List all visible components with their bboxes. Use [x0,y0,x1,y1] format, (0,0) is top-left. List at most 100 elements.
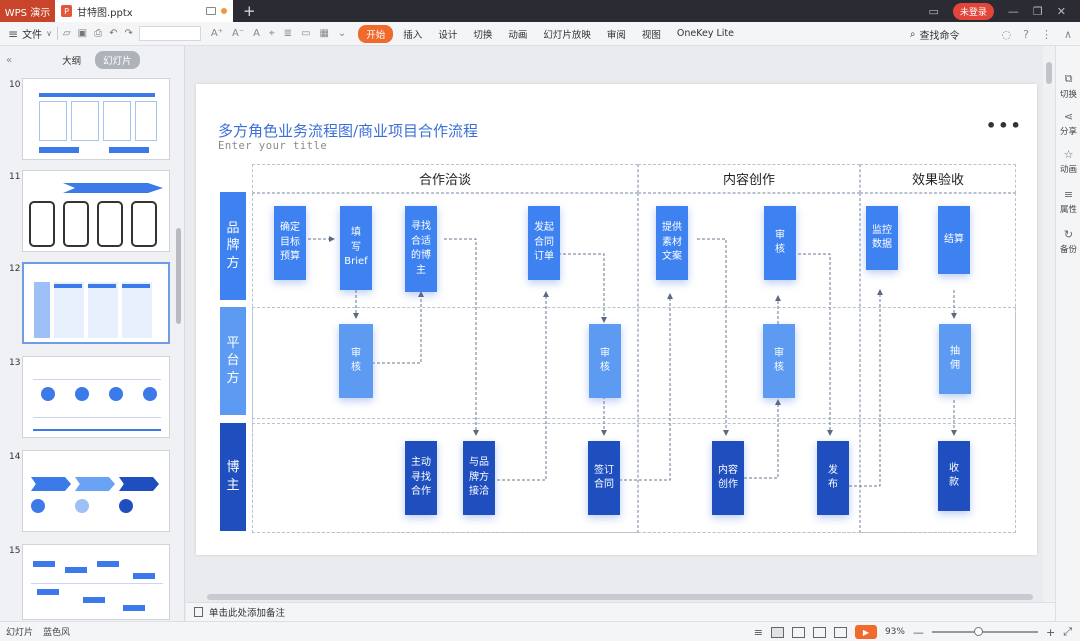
node-blogger-active-search[interactable]: 主动 寻找 合作 [405,441,437,515]
paragraph-icon[interactable]: ≣ [284,28,292,39]
sidebar-item-transition[interactable]: ⧉ 切换 [1056,72,1080,100]
normal-view-button[interactable] [770,626,784,638]
slide-sorter-button[interactable] [791,626,805,638]
new-tab-icon[interactable]: + [243,2,256,20]
shape-icon[interactable]: ▭ [301,28,310,39]
node-blogger-receive-payment[interactable]: 收 款 [938,441,970,511]
node-brand-budget[interactable]: 确定 目标 预算 [274,206,306,280]
horizontal-scrollbar-thumb[interactable] [207,594,1033,600]
help-icon[interactable]: ? [1023,28,1029,41]
chevron-down-icon[interactable]: ∨ [46,29,52,38]
sidebar-item-backup[interactable]: ↻ 备份 [1056,228,1080,255]
notes-bar[interactable]: 单击此处添加备注 [186,602,1055,621]
vertical-scrollbar[interactable] [1043,46,1055,602]
slide-subtitle[interactable]: Enter your title [218,140,327,152]
zoom-slider[interactable] [931,627,1038,636]
slide-thumbnail-selected[interactable] [22,262,170,344]
slide-thumbnail[interactable] [22,544,170,620]
zoom-in-icon[interactable]: + [1046,626,1055,639]
play-slideshow-button[interactable]: ▶ [854,625,877,639]
redo-icon[interactable]: ↷ [124,28,132,39]
node-brand-order[interactable]: 发起 合同 订单 [528,206,560,280]
phase-negotiation: 合作洽谈 [418,173,471,188]
file-menu[interactable]: 文件 [22,26,42,41]
vertical-scrollbar-thumb[interactable] [1046,62,1052,84]
font-name-box[interactable] [138,26,201,41]
notes-placeholder[interactable]: 单击此处添加备注 [209,605,285,619]
zoom-slider-handle[interactable] [973,627,983,636]
hamburger-icon[interactable]: ≡ [8,27,18,41]
monitor-icon[interactable] [206,7,216,15]
close-icon[interactable]: ✕ [1057,5,1066,18]
node-brand-brief[interactable]: 填 写 Brief [340,206,372,290]
reading-view-button[interactable] [812,626,826,638]
tab-onekey[interactable]: OneKey Lite [677,28,746,39]
undo-icon[interactable]: ↶ [109,28,117,39]
more-icon[interactable]: ⌄ [338,28,346,39]
document-tab[interactable]: P 甘特图.pptx [55,0,233,22]
slides-tab[interactable]: 幻灯片 [95,51,140,69]
sidebar-item-animation[interactable]: ☆ 动画 [1056,148,1080,175]
minimize-icon[interactable]: — [1008,5,1019,18]
more-options-icon[interactable]: ⋮ [1041,28,1052,41]
tab-insert[interactable]: 插入 [403,27,434,41]
font-shrink-icon[interactable]: A⁻ [232,28,244,39]
thumbnail-number: 10 [9,80,21,90]
tab-animation[interactable]: 动画 [508,27,539,41]
node-brand-settle[interactable]: 结算 [938,206,970,274]
node-brand-find-blogger[interactable]: 寻找 合适 的博 主 [405,206,437,292]
slide[interactable]: 多方角色业务流程图/商业项目合作流程 Enter your title ••• … [196,84,1037,555]
save-icon[interactable]: ▣ [78,28,87,39]
print-icon[interactable]: ⎙ [94,28,102,39]
node-brand-material[interactable]: 提供 素材 文案 [656,206,688,280]
collapse-ribbon-icon[interactable]: ∧ [1064,28,1072,41]
picture-icon[interactable]: ▦ [319,28,328,39]
node-blogger-create-content[interactable]: 内容 创作 [712,441,744,515]
outline-tab[interactable]: 大纲 [62,53,81,67]
sidebar-item-share[interactable]: ⋖ 分享 [1056,110,1080,137]
search-command[interactable]: ⌕ 查找命令 [910,27,960,42]
tab-view[interactable]: 视图 [642,27,673,41]
tab-transition[interactable]: 切换 [473,27,504,41]
node-platform-review-3[interactable]: 审 核 [763,324,795,398]
slide-title[interactable]: 多方角色业务流程图/商业项目合作流程 [218,120,478,141]
comment-icon[interactable]: ◌ [1001,28,1011,41]
node-platform-review-2[interactable]: 审 核 [589,324,621,398]
node-blogger-publish[interactable]: 发 布 [817,441,849,515]
presenter-view-button[interactable] [833,626,847,638]
format-painter-icon[interactable]: ⌖ [269,28,275,39]
node-brand-review[interactable]: 审 核 [764,206,796,280]
open-icon[interactable]: ▱ [63,28,71,39]
properties-icon: ≡ [1063,188,1074,201]
slide-thumbnail[interactable] [22,450,170,532]
zoom-out-icon[interactable]: — [913,626,924,639]
horizontal-scrollbar[interactable] [195,592,1041,602]
notes-toggle-icon[interactable]: ≡ [754,626,763,639]
zoom-level[interactable]: 93% [885,627,905,637]
node-blogger-negotiate[interactable]: 与品 牌方 接洽 [463,441,495,515]
tab-home[interactable]: 开始 [358,24,394,43]
slide-thumbnail[interactable] [22,356,170,438]
login-button[interactable]: 未登录 [952,2,994,20]
fit-window-icon[interactable]: ⤢ [1063,625,1072,639]
node-brand-monitor[interactable]: 监控 数据 [866,206,898,270]
node-blogger-sign-contract[interactable]: 签订 合同 [588,441,620,515]
tab-review[interactable]: 审阅 [607,27,638,41]
thumbnail-scrollbar[interactable] [176,228,181,324]
font-grow-icon[interactable]: A⁺ [211,28,223,39]
theme-name[interactable]: 蓝色风 [43,625,70,638]
tab-design[interactable]: 设计 [438,27,469,41]
window-layout-icon[interactable]: ▭ [928,5,938,18]
node-platform-commission[interactable]: 抽 佣 [939,324,971,394]
slide-indicator[interactable]: 幻灯片 [6,625,33,638]
slide-thumbnail[interactable] [22,170,170,252]
slide-thumbnail[interactable] [22,78,170,160]
app-tab[interactable]: WPS 演示 [0,0,55,22]
node-platform-review-1[interactable]: 审 核 [339,324,373,398]
tab-slideshow[interactable]: 幻灯片放映 [543,27,603,41]
sidebar-item-properties[interactable]: ≡ 属性 [1056,188,1080,215]
restore-icon[interactable]: ❐ [1033,5,1043,18]
collapse-panel-icon[interactable]: « [6,55,12,66]
font-color-icon[interactable]: A [253,28,260,39]
share-icon: ⋖ [1063,110,1074,123]
